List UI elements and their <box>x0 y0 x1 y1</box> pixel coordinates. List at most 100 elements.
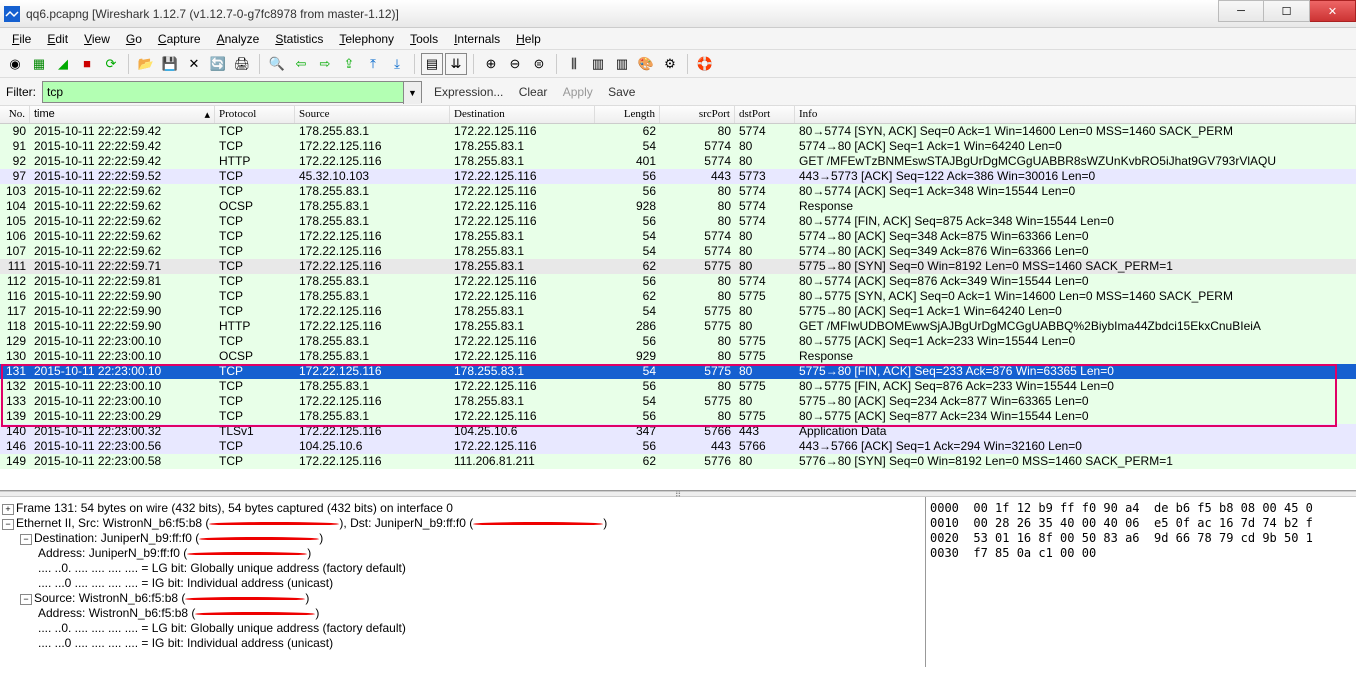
ig-line2[interactable]: .... ...0 .... .... .... .... = IG bit: … <box>2 636 923 651</box>
packet-row[interactable]: 1032015-10-11 22:22:59.62TCP178.255.83.1… <box>0 184 1356 199</box>
packet-details[interactable]: +Frame 131: 54 bytes on wire (432 bits),… <box>0 497 926 667</box>
prefs-icon[interactable]: ⚙ <box>659 53 681 75</box>
menu-analyze[interactable]: Analyze <box>217 32 260 46</box>
col-time[interactable]: time ▴ <box>30 106 215 123</box>
display-filters-icon[interactable]: ▥ <box>611 53 633 75</box>
forward-icon[interactable]: ⇨ <box>314 53 336 75</box>
close-file-icon[interactable]: ✕ <box>183 53 205 75</box>
packet-row[interactable]: 1462015-10-11 22:23:00.56TCP104.25.10.61… <box>0 439 1356 454</box>
expression-button[interactable]: Expression... <box>434 85 503 99</box>
col-dst[interactable]: Destination <box>450 106 595 123</box>
eth-line[interactable]: Ethernet II, Src: WistronN_b6:f5:b8 <box>16 516 205 530</box>
filter-label: Filter: <box>6 85 36 99</box>
packet-row[interactable]: 912015-10-11 22:22:59.42TCP172.22.125.11… <box>0 139 1356 154</box>
packet-list[interactable]: No. time ▴ Protocol Source Destination L… <box>0 106 1356 491</box>
options-icon[interactable]: ▦ <box>28 53 50 75</box>
col-proto[interactable]: Protocol <box>215 106 295 123</box>
col-info[interactable]: Info <box>795 106 1356 123</box>
menu-telephony[interactable]: Telephony <box>339 32 394 46</box>
restart-icon[interactable]: ⟳ <box>100 53 122 75</box>
start-icon[interactable]: ◢ <box>52 53 74 75</box>
gotofirst-icon[interactable]: ⤒ <box>362 53 384 75</box>
packet-row[interactable]: 902015-10-11 22:22:59.42TCP178.255.83.11… <box>0 124 1356 139</box>
print-icon[interactable]: 🖨 <box>231 53 253 75</box>
packet-row[interactable]: 1302015-10-11 22:23:00.10OCSP178.255.83.… <box>0 349 1356 364</box>
lg-line2[interactable]: .... ..0. .... .... .... .... = LG bit: … <box>2 621 923 636</box>
expand-icon[interactable]: − <box>2 519 14 530</box>
filter-bar: Filter: tcp ▼ Expression... Clear Apply … <box>0 78 1356 106</box>
zoomin-icon[interactable]: ⊕ <box>480 53 502 75</box>
filter-input[interactable]: tcp ▼ <box>42 81 422 103</box>
packet-list-header[interactable]: No. time ▴ Protocol Source Destination L… <box>0 106 1356 124</box>
col-sport[interactable]: srcPort <box>660 106 735 123</box>
packet-row[interactable]: 1062015-10-11 22:22:59.62TCP172.22.125.1… <box>0 229 1356 244</box>
packet-row[interactable]: 1322015-10-11 22:23:00.10TCP178.255.83.1… <box>0 379 1356 394</box>
col-src[interactable]: Source <box>295 106 450 123</box>
packet-row[interactable]: 1312015-10-11 22:23:00.10TCP172.22.125.1… <box>0 364 1356 379</box>
packet-row[interactable]: 1162015-10-11 22:22:59.90TCP178.255.83.1… <box>0 289 1356 304</box>
packet-row[interactable]: 922015-10-11 22:22:59.42HTTP172.22.125.1… <box>0 154 1356 169</box>
reload-icon[interactable]: 🔄 <box>207 53 229 75</box>
colorize-icon[interactable]: ▤ <box>421 53 443 75</box>
expand-icon[interactable]: − <box>20 534 32 545</box>
menu-statistics[interactable]: Statistics <box>275 32 323 46</box>
packet-row[interactable]: 1172015-10-11 22:22:59.90TCP172.22.125.1… <box>0 304 1356 319</box>
menu-capture[interactable]: Capture <box>158 32 201 46</box>
expand-icon[interactable]: − <box>20 594 32 605</box>
save-icon[interactable]: 💾 <box>159 53 181 75</box>
zoom100-icon[interactable]: ⊜ <box>528 53 550 75</box>
help-icon[interactable]: 🛟 <box>694 53 716 75</box>
expand-icon[interactable]: + <box>2 504 14 515</box>
src-line[interactable]: Source: WistronN_b6:f5:b8 <box>34 591 181 605</box>
packet-row[interactable]: 1292015-10-11 22:23:00.10TCP178.255.83.1… <box>0 334 1356 349</box>
close-button[interactable]: ✕ <box>1310 0 1356 22</box>
open-icon[interactable]: 📂 <box>135 53 157 75</box>
lg-line[interactable]: .... ..0. .... .... .... .... = LG bit: … <box>2 561 923 576</box>
dest-addr-line[interactable]: Address: JuniperN_b9:ff:f0 () <box>2 546 923 561</box>
back-icon[interactable]: ⇦ <box>290 53 312 75</box>
packet-row[interactable]: 1042015-10-11 22:22:59.62OCSP178.255.83.… <box>0 199 1356 214</box>
toolbar: ◉ ▦ ◢ ■ ⟳ 📂 💾 ✕ 🔄 🖨 🔍 ⇦ ⇨ ⇪ ⤒ ⤓ ▤ ⇊ ⊕ ⊖ … <box>0 50 1356 78</box>
ig-line[interactable]: .... ...0 .... .... .... .... = IG bit: … <box>2 576 923 591</box>
packet-row[interactable]: 1392015-10-11 22:23:00.29TCP178.255.83.1… <box>0 409 1356 424</box>
col-dport[interactable]: dstPort <box>735 106 795 123</box>
stop-icon[interactable]: ■ <box>76 53 98 75</box>
packet-row[interactable]: 1402015-10-11 22:23:00.32TLSv1172.22.125… <box>0 424 1356 439</box>
interfaces-icon[interactable]: ◉ <box>4 53 26 75</box>
packet-row[interactable]: 1112015-10-11 22:22:59.71TCP172.22.125.1… <box>0 259 1356 274</box>
save-filter-button[interactable]: Save <box>608 85 635 99</box>
col-len[interactable]: Length <box>595 106 660 123</box>
packet-row[interactable]: 1182015-10-11 22:22:59.90HTTP172.22.125.… <box>0 319 1356 334</box>
menu-internals[interactable]: Internals <box>454 32 500 46</box>
menu-edit[interactable]: Edit <box>47 32 68 46</box>
menu-tools[interactable]: Tools <box>410 32 438 46</box>
menu-view[interactable]: View <box>84 32 110 46</box>
maximize-button[interactable]: ☐ <box>1264 0 1310 22</box>
filter-dropdown-icon[interactable]: ▼ <box>403 82 421 104</box>
capture-filters-icon[interactable]: ▥ <box>587 53 609 75</box>
find-icon[interactable]: 🔍 <box>266 53 288 75</box>
dest-line[interactable]: Destination: JuniperN_b9:ff:f0 <box>34 531 195 545</box>
gotolast-icon[interactable]: ⤓ <box>386 53 408 75</box>
menu-go[interactable]: Go <box>126 32 142 46</box>
packet-row[interactable]: 972015-10-11 22:22:59.52TCP45.32.10.1031… <box>0 169 1356 184</box>
packet-bytes[interactable]: 0000 00 1f 12 b9 ff f0 90 a4 de b6 f5 b8… <box>926 497 1356 667</box>
goto-icon[interactable]: ⇪ <box>338 53 360 75</box>
resize-cols-icon[interactable]: ⫼ <box>563 53 585 75</box>
clear-button[interactable]: Clear <box>519 85 548 99</box>
packet-row[interactable]: 1332015-10-11 22:23:00.10TCP172.22.125.1… <box>0 394 1356 409</box>
menu-file[interactable]: File <box>12 32 31 46</box>
packet-row[interactable]: 1052015-10-11 22:22:59.62TCP178.255.83.1… <box>0 214 1356 229</box>
coloring-rules-icon[interactable]: 🎨 <box>635 53 657 75</box>
minimize-button[interactable]: ─ <box>1218 0 1264 22</box>
src-addr-line[interactable]: Address: WistronN_b6:f5:b8 () <box>2 606 923 621</box>
frame-line[interactable]: Frame 131: 54 bytes on wire (432 bits), … <box>16 501 453 515</box>
apply-button[interactable]: Apply <box>563 85 593 99</box>
packet-row[interactable]: 1072015-10-11 22:22:59.62TCP172.22.125.1… <box>0 244 1356 259</box>
packet-row[interactable]: 1122015-10-11 22:22:59.81TCP178.255.83.1… <box>0 274 1356 289</box>
col-no[interactable]: No. <box>0 106 30 123</box>
menu-help[interactable]: Help <box>516 32 541 46</box>
packet-row[interactable]: 1492015-10-11 22:23:00.58TCP172.22.125.1… <box>0 454 1356 469</box>
autoscroll-icon[interactable]: ⇊ <box>445 53 467 75</box>
zoomout-icon[interactable]: ⊖ <box>504 53 526 75</box>
